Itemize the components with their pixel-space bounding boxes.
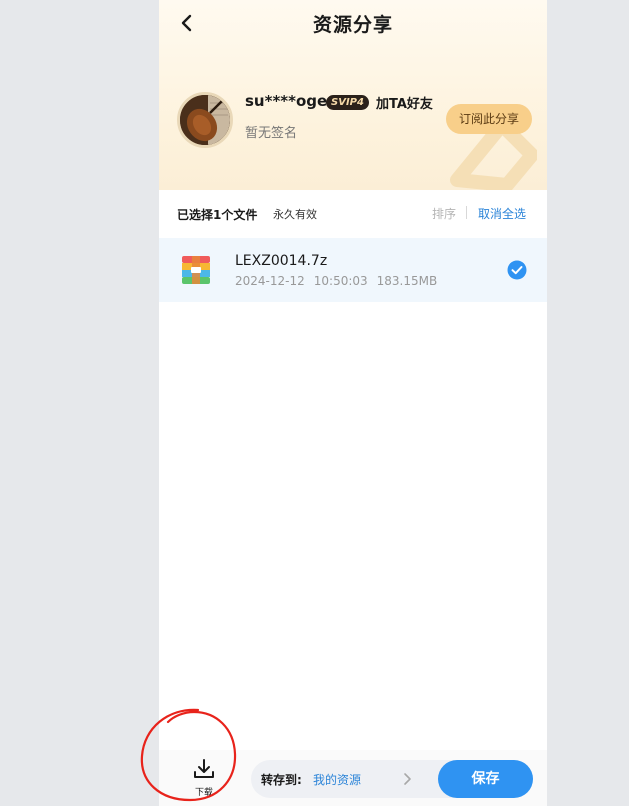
chevron-right-icon <box>404 773 411 785</box>
sharer-username: su****oge <box>245 92 328 110</box>
file-list-item[interactable]: LEXZ0014.7z 2024-12-12 10:50:03 183.15MB <box>159 238 547 302</box>
divider <box>466 206 467 219</box>
archive-file-icon <box>182 256 210 284</box>
sharer-header: 资源分享 su****oge SVIP4 加TA好友 暂无签名 订阅此分享 <box>159 0 547 190</box>
cancel-select-all-button[interactable]: 取消全选 <box>478 205 526 222</box>
download-icon <box>194 759 214 778</box>
file-meta: 2024-12-12 10:50:03 183.15MB <box>235 274 446 288</box>
save-to-selector[interactable]: 转存到: 我的资源 保存 <box>251 760 533 798</box>
file-size: 183.15MB <box>376 274 438 288</box>
file-time: 10:50:03 <box>313 274 368 288</box>
file-date: 2024-12-12 <box>235 274 305 288</box>
save-to-target: 我的资源 <box>313 773 362 787</box>
page-title: 资源分享 <box>312 14 393 36</box>
selected-count-label: 已选择1个文件 <box>177 208 258 222</box>
save-button[interactable]: 保存 <box>438 760 533 798</box>
subscribe-share-button[interactable]: 订阅此分享 <box>446 104 532 134</box>
download-label: 下载 <box>194 788 213 798</box>
share-screen: 资源分享 su****oge SVIP4 加TA好友 暂无签名 订阅此分享 已选… <box>159 0 547 806</box>
download-button[interactable]: 下载 <box>189 758 219 802</box>
bottom-action-bar: 下载 转存到: 我的资源 保存 <box>159 750 547 806</box>
selection-bar: 已选择1个文件 永久有效 排序 取消全选 <box>159 190 547 238</box>
save-to-label: 转存到: <box>261 773 302 787</box>
validity-label: 永久有效 <box>273 208 317 221</box>
violin-avatar-icon <box>180 95 230 145</box>
add-friend-link[interactable]: 加TA好友 <box>376 93 433 112</box>
avatar[interactable] <box>177 92 233 148</box>
sort-button[interactable]: 排序 <box>432 205 456 222</box>
sharer-signature: 暂无签名 <box>245 126 298 141</box>
checkbox-checked-icon[interactable] <box>507 260 527 280</box>
svip-badge: SVIP4 <box>326 95 369 110</box>
file-name: LEXZ0014.7z <box>235 253 328 269</box>
